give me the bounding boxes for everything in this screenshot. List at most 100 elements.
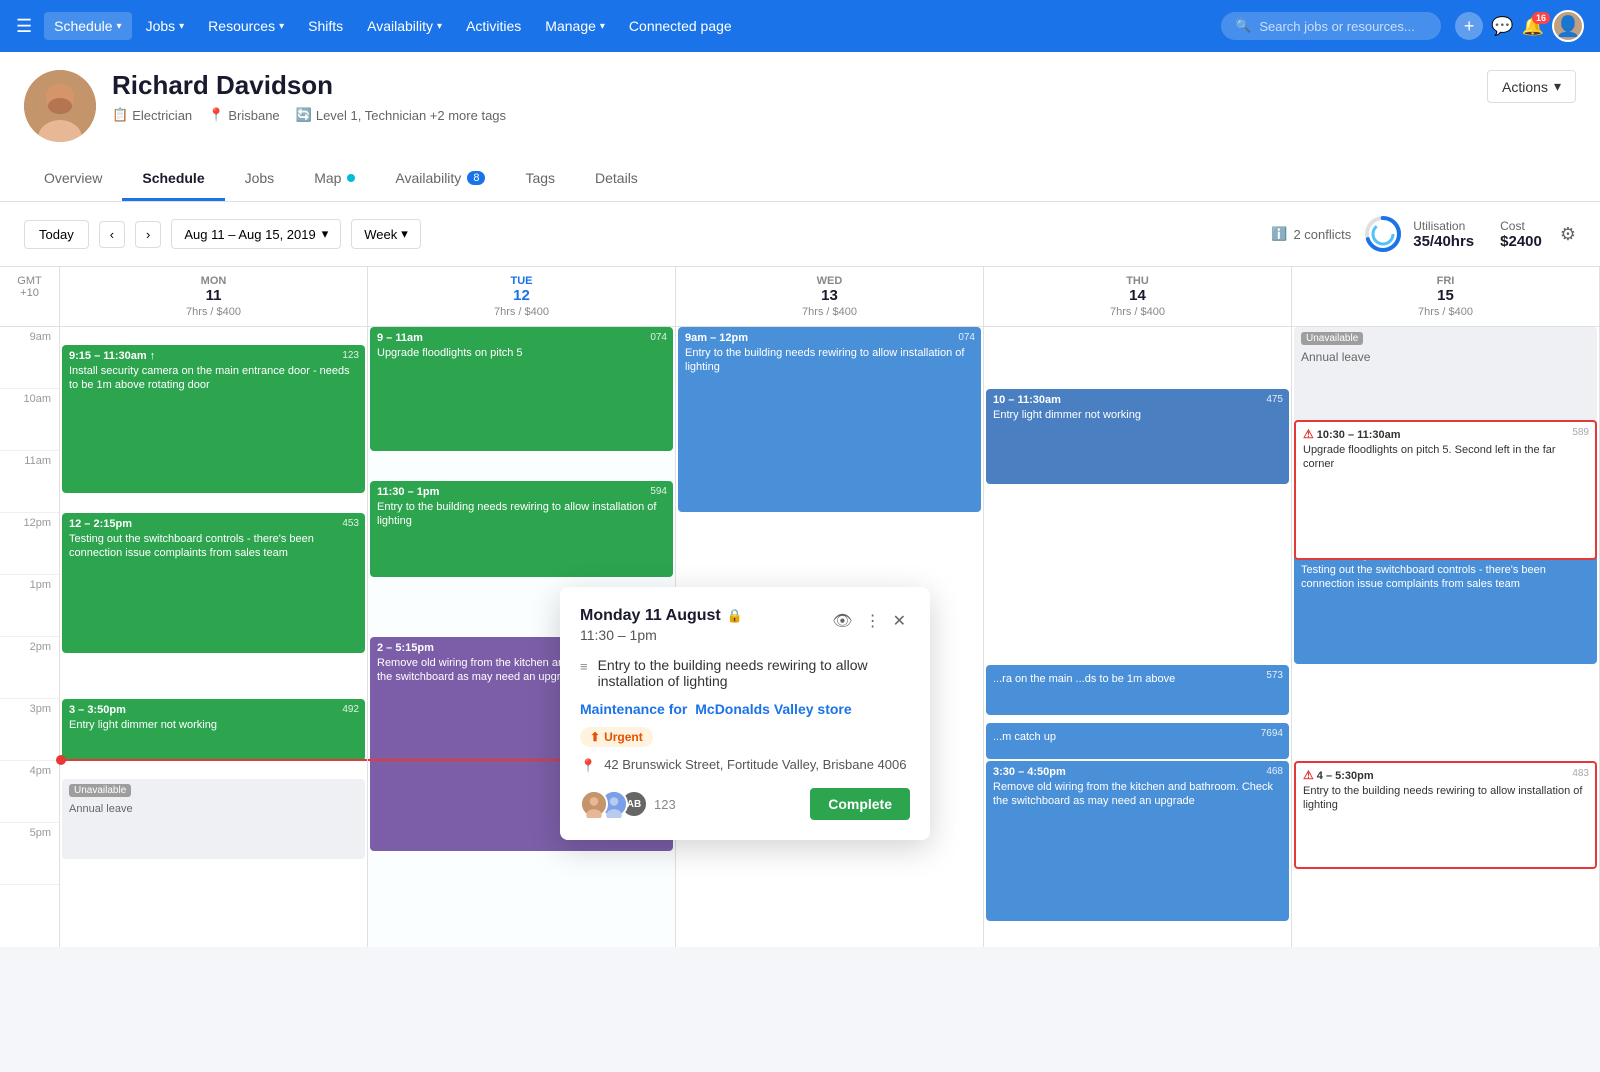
- profile-meta: 📋 Electrician 📍 Brisbane 🔄 Level 1, Tech…: [112, 107, 1487, 123]
- gmt-label: GMT +10: [0, 267, 60, 326]
- event-fri-2[interactable]: 589 ⚠10:30 – 11:30am Upgrade floodlights…: [1294, 420, 1597, 560]
- event-thu-2[interactable]: 573 ...ra on the main ...ds to be 1m abo…: [986, 665, 1289, 715]
- current-time-indicator: [60, 759, 367, 761]
- date-range-picker[interactable]: Aug 11 – Aug 15, 2019 ▾: [171, 219, 341, 249]
- settings-button[interactable]: ⚙: [1560, 224, 1576, 245]
- friday-column: Unavailable Annual leave 589 ⚠10:30 – 11…: [1292, 327, 1600, 947]
- avatar-image: [24, 70, 96, 142]
- add-button[interactable]: +: [1455, 12, 1483, 40]
- monday-column: 123 9:15 – 11:30am ↑ Install security ca…: [60, 327, 368, 947]
- event-mon-4[interactable]: Unavailable Annual leave: [62, 779, 365, 859]
- menu-button[interactable]: ☰: [16, 16, 32, 37]
- urgent-icon: ⬆: [590, 730, 600, 744]
- chevron-down-icon: ▾: [279, 21, 284, 32]
- map-live-dot: [347, 174, 355, 182]
- event-mon-3[interactable]: 492 3 – 3:50pm Entry light dimmer not wo…: [62, 699, 365, 761]
- tab-jobs[interactable]: Jobs: [225, 158, 295, 201]
- day-header-mon: MON 11 7hrs / $400: [60, 267, 368, 326]
- event-tue-2[interactable]: 594 11:30 – 1pm Entry to the building ne…: [370, 481, 673, 577]
- nav-resources[interactable]: Resources ▾: [198, 12, 294, 40]
- info-icon: ℹ️: [1271, 226, 1287, 242]
- urgent-badge: ⬆ Urgent: [580, 727, 653, 747]
- profile-role: 📋 Electrician: [112, 107, 192, 123]
- lock-icon: 🔒: [727, 608, 743, 624]
- event-popup: Monday 11 August 🔒 11:30 – 1pm 👁 ⋮ ✕ ≡ E…: [560, 587, 930, 840]
- tab-tags[interactable]: Tags: [505, 158, 575, 201]
- profile-avatar: [24, 70, 96, 142]
- menu-icon: ≡: [580, 659, 588, 689]
- popup-address: 📍 42 Brunswick Street, Fortitude Valley,…: [580, 757, 910, 774]
- profile-tags: 🔄 Level 1, Technician +2 more tags: [296, 107, 506, 123]
- nav-availability[interactable]: Availability ▾: [357, 12, 452, 40]
- tab-map[interactable]: Map: [294, 158, 375, 201]
- day-header-tue: TUE 12 7hrs / $400: [368, 267, 676, 326]
- chevron-down-icon: ▾: [179, 21, 184, 32]
- tab-schedule[interactable]: Schedule: [122, 158, 224, 201]
- nav-activities[interactable]: Activities: [456, 12, 531, 40]
- profile-section: Richard Davidson 📋 Electrician 📍 Brisban…: [0, 52, 1600, 202]
- assignee-avatar-1: [580, 790, 608, 818]
- event-tue-1[interactable]: 074 9 – 11am Upgrade floodlights on pitc…: [370, 327, 673, 451]
- notifications-badge: 16: [1532, 12, 1550, 24]
- popup-header: Monday 11 August 🔒 11:30 – 1pm 👁 ⋮ ✕: [580, 607, 910, 643]
- nav-shifts[interactable]: Shifts: [298, 12, 353, 40]
- location-icon: 📍: [208, 107, 224, 123]
- event-fri-3[interactable]: 5678 12:30 – 2:15pm ↺ Testing out the sw…: [1294, 544, 1597, 664]
- popup-time: 11:30 – 1pm: [580, 627, 743, 643]
- popup-footer: AB 123 Complete: [580, 788, 910, 820]
- popup-date: Monday 11 August 🔒: [580, 607, 743, 625]
- tag-icon: 🔄: [296, 107, 312, 123]
- event-mon-2[interactable]: 453 12 – 2:15pm Testing out the switchbo…: [62, 513, 365, 653]
- location-pin-icon: 📍: [580, 758, 596, 774]
- calendar-container: GMT +10 MON 11 7hrs / $400 TUE 12 7hrs /…: [0, 267, 1600, 947]
- today-button[interactable]: Today: [24, 220, 89, 249]
- nav-schedule[interactable]: Schedule ▾: [44, 12, 131, 40]
- popup-client: Maintenance for McDonalds Valley store: [580, 701, 910, 717]
- day-header-thu: THU 14 7hrs / $400: [984, 267, 1292, 326]
- event-mon-1[interactable]: 123 9:15 – 11:30am ↑ Install security ca…: [62, 345, 365, 493]
- search-input[interactable]: [1259, 19, 1429, 34]
- chevron-down-icon: ▾: [437, 21, 442, 32]
- next-week-button[interactable]: ›: [135, 221, 161, 248]
- conflicts-info: ℹ️ 2 conflicts: [1271, 226, 1351, 242]
- popup-actions: 👁 ⋮ ✕: [828, 607, 910, 635]
- utilisation-section: Utilisation 35/40hrs: [1361, 212, 1474, 256]
- event-wed-1[interactable]: 074 9am – 12pm Entry to the building nee…: [678, 327, 981, 512]
- event-fri-4[interactable]: 483 ⚠4 – 5:30pm Entry to the building ne…: [1294, 761, 1597, 869]
- tab-overview[interactable]: Overview: [24, 158, 122, 201]
- nav-connected-page[interactable]: Connected page: [619, 12, 742, 40]
- popup-close-button[interactable]: ✕: [889, 607, 910, 635]
- event-thu-4[interactable]: 3:30 – 4:50pm Remove old wiring from the…: [986, 761, 1289, 921]
- actions-button[interactable]: Actions ▾: [1487, 70, 1576, 103]
- chevron-down-icon: ▾: [401, 226, 408, 242]
- search-icon: 🔍: [1235, 18, 1251, 34]
- briefcase-icon: 📋: [112, 107, 128, 123]
- popup-view-button[interactable]: 👁: [828, 607, 856, 635]
- event-thu-3[interactable]: 7694 ...m catch up: [986, 723, 1289, 759]
- event-thu-1[interactable]: 475 10 – 11:30am Entry light dimmer not …: [986, 389, 1289, 484]
- popup-description: ≡ Entry to the building needs rewiring t…: [580, 657, 910, 689]
- day-header-fri: FRI 15 7hrs / $400: [1292, 267, 1600, 326]
- nav-manage[interactable]: Manage ▾: [535, 12, 615, 40]
- error-icon-2: ⚠: [1303, 768, 1314, 782]
- chevron-down-icon: ▾: [1554, 78, 1561, 95]
- complete-button[interactable]: Complete: [810, 788, 910, 820]
- cost-section: Cost $2400: [1500, 219, 1542, 250]
- chat-button[interactable]: 💬: [1491, 16, 1513, 37]
- week-view-button[interactable]: Week ▾: [351, 219, 421, 249]
- utilisation-chart: [1361, 212, 1405, 256]
- tab-availability[interactable]: Availability 8: [375, 158, 505, 201]
- profile-tabs: Overview Schedule Jobs Map Availability …: [24, 158, 1576, 201]
- chevron-down-icon: ▾: [322, 226, 329, 242]
- nav-jobs[interactable]: Jobs ▾: [136, 12, 195, 40]
- tab-details[interactable]: Details: [575, 158, 658, 201]
- calendar-header: GMT +10 MON 11 7hrs / $400 TUE 12 7hrs /…: [0, 267, 1600, 327]
- user-avatar[interactable]: 👤: [1552, 10, 1584, 42]
- prev-week-button[interactable]: ‹: [99, 221, 125, 248]
- profile-name: Richard Davidson: [112, 70, 1487, 101]
- search-box: 🔍: [1221, 12, 1441, 40]
- popup-more-button[interactable]: ⋮: [861, 607, 885, 635]
- notifications-button[interactable]: 🔔 16: [1522, 16, 1544, 37]
- day-header-wed: WED 13 7hrs / $400: [676, 267, 984, 326]
- popup-body: ≡ Entry to the building needs rewiring t…: [580, 657, 910, 820]
